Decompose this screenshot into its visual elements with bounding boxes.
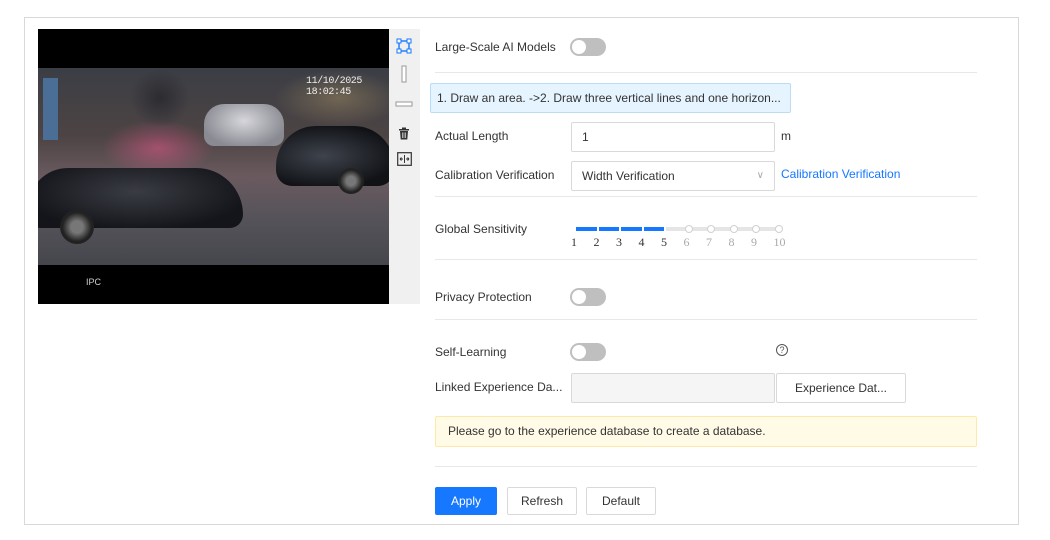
apply-button[interactable]: Apply	[435, 487, 497, 515]
slider-tick-label[interactable]: 4	[639, 235, 645, 250]
osd-timestamp: 11/10/2025 18:02:45	[306, 76, 363, 98]
slider-tick-label[interactable]: 1	[571, 235, 577, 250]
divider	[435, 72, 977, 73]
delete-icon[interactable]	[395, 124, 413, 142]
refresh-button[interactable]: Refresh	[507, 487, 577, 515]
horizontal-line-icon[interactable]	[395, 95, 413, 113]
question-circle-icon[interactable]: ?	[776, 344, 788, 356]
divider	[435, 466, 977, 467]
chevron-down-icon: ∨	[756, 170, 764, 181]
notice-banner: Please go to the experience database to …	[435, 416, 977, 447]
drawing-hint: 1. Draw an area. ->2. Draw three vertica…	[430, 83, 791, 113]
privacy-protection-label: Privacy Protection	[435, 290, 532, 304]
slider-tick-label[interactable]: 8	[729, 235, 735, 250]
fit-width-icon[interactable]	[395, 150, 413, 168]
slider-tick-label[interactable]: 6	[684, 235, 690, 250]
slider-segment	[598, 227, 619, 231]
scene-pillar	[43, 78, 58, 140]
scene-wheel	[60, 210, 94, 244]
slider-tick-label[interactable]: 5	[661, 235, 667, 250]
slider-tick-label[interactable]: 3	[616, 235, 622, 250]
slider-segment	[621, 227, 642, 231]
slider-tick-label[interactable]: 9	[751, 235, 757, 250]
calibration-verification-value: Width Verification	[582, 169, 675, 183]
default-button[interactable]: Default	[586, 487, 656, 515]
linked-experience-db-label: Linked Experience Da...	[435, 380, 563, 394]
privacy-protection-toggle[interactable]	[570, 288, 606, 306]
slider-segment	[666, 227, 687, 231]
slider-segment	[643, 227, 664, 231]
slider-tick-label[interactable]: 2	[594, 235, 600, 250]
self-learning-label: Self-Learning	[435, 345, 507, 359]
slider-step-dot[interactable]	[774, 225, 783, 233]
scene-car-white	[204, 104, 284, 146]
divider	[435, 196, 977, 197]
slider-tick-label[interactable]: 10	[774, 235, 786, 250]
calibration-verification-label: Calibration Verification	[435, 168, 555, 182]
divider	[435, 259, 977, 260]
vertical-line-icon[interactable]	[395, 65, 413, 83]
osd-channel: IPC	[86, 277, 102, 287]
slider-step-dot[interactable]	[707, 225, 715, 233]
slider-segment	[576, 227, 597, 231]
slider-tick-label[interactable]: 7	[706, 235, 712, 250]
calibration-verification-select[interactable]: Width Verification ∨	[571, 161, 775, 191]
large-scale-ai-models-toggle[interactable]	[570, 38, 606, 56]
experience-database-button[interactable]: Experience Dat...	[776, 373, 906, 403]
drawing-toolbar	[389, 29, 420, 304]
draw-area-icon[interactable]	[395, 37, 413, 55]
divider	[435, 319, 977, 320]
slider-step-dot[interactable]	[729, 225, 738, 233]
actual-length-input[interactable]: 1	[571, 122, 775, 152]
self-learning-toggle[interactable]	[570, 343, 606, 361]
scene-tree	[130, 68, 190, 128]
large-scale-ai-models-label: Large-Scale AI Models	[435, 40, 556, 54]
scene-wheel	[338, 168, 364, 194]
calibration-verification-link[interactable]: Calibration Verification	[781, 167, 900, 181]
slider-step-dot[interactable]	[684, 225, 693, 233]
actual-length-label: Actual Length	[435, 129, 509, 143]
scene-car-dark-right	[276, 126, 389, 186]
actual-length-unit: m	[781, 129, 791, 143]
slider-step-dot[interactable]	[752, 225, 760, 233]
video-preview[interactable]: 11/10/2025 18:02:45 IPC	[38, 29, 389, 304]
global-sensitivity-label: Global Sensitivity	[435, 222, 528, 236]
global-sensitivity-slider[interactable]	[572, 224, 783, 234]
linked-experience-db-input[interactable]	[571, 373, 775, 403]
